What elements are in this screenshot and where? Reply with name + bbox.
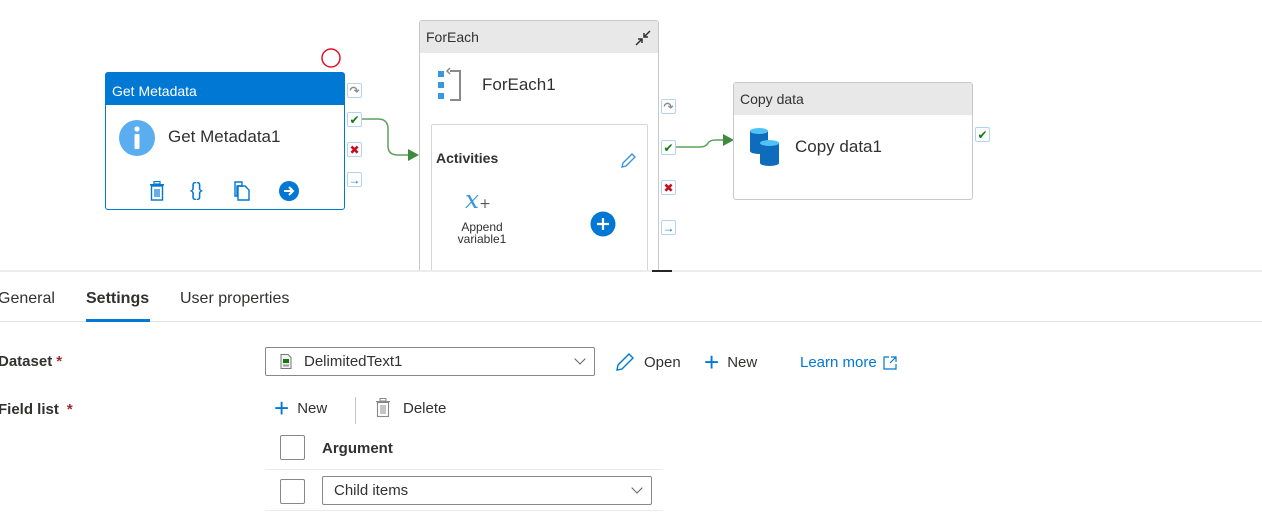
resize-handle[interactable] bbox=[652, 270, 672, 272]
activity-name: Get Metadata1 bbox=[168, 127, 281, 146]
column-header-argument: Argument bbox=[322, 440, 393, 457]
external-link-icon bbox=[883, 355, 897, 370]
next-activity-icon[interactable] bbox=[279, 181, 299, 201]
tab-general[interactable]: General bbox=[0, 290, 55, 308]
code-icon[interactable]: {} bbox=[190, 181, 203, 200]
properties-tabs: General Settings User properties bbox=[0, 284, 1262, 322]
argument-select[interactable]: Child items bbox=[322, 476, 652, 505]
active-tab-indicator bbox=[86, 319, 150, 322]
foreach-icon bbox=[438, 67, 461, 101]
field-list-label: Field list * bbox=[0, 401, 73, 418]
pencil-icon bbox=[616, 353, 634, 371]
add-activity-icon[interactable] bbox=[590, 211, 616, 237]
trash-icon bbox=[376, 398, 390, 418]
info-icon bbox=[119, 120, 155, 156]
variable-icon: x+ bbox=[465, 185, 491, 214]
plus-icon: + bbox=[704, 347, 720, 377]
pipeline-canvas[interactable]: Get Metadata Get Metadata1 {} ↷ ✔ ✖ → Fo… bbox=[0, 0, 1262, 270]
required-marker: * bbox=[56, 353, 63, 370]
success-port[interactable]: ✔ bbox=[347, 112, 362, 127]
activity-foreach[interactable]: ForEach ForEach1 Activities x+ Append va… bbox=[419, 20, 659, 270]
chevron-down-icon bbox=[574, 353, 586, 365]
chevron-down-icon bbox=[631, 482, 643, 494]
edit-icon[interactable] bbox=[619, 152, 637, 170]
database-copy-icon bbox=[750, 128, 779, 166]
csv-file-icon bbox=[280, 354, 292, 369]
dataset-value: DelimitedText1 bbox=[304, 353, 403, 370]
skip-port[interactable]: ↷ bbox=[347, 83, 362, 98]
activities-title: Activities bbox=[436, 150, 499, 166]
row-divider bbox=[265, 469, 663, 470]
completion-port[interactable]: → bbox=[347, 172, 362, 187]
copy-icon[interactable] bbox=[233, 181, 253, 201]
select-all-checkbox[interactable] bbox=[280, 435, 305, 460]
activity-name: ForEach1 bbox=[482, 75, 556, 94]
open-dataset-button[interactable]: Open bbox=[614, 348, 681, 376]
plus-icon: + bbox=[274, 393, 290, 423]
dataset-select[interactable]: DelimitedText1 bbox=[265, 347, 595, 376]
validation-error-marker bbox=[321, 48, 341, 68]
connector-getmetadata-foreach bbox=[362, 118, 410, 156]
success-port[interactable]: ✔ bbox=[661, 140, 676, 155]
delete-icon[interactable] bbox=[148, 181, 166, 201]
failure-port[interactable]: ✖ bbox=[347, 142, 362, 157]
tab-settings[interactable]: Settings bbox=[86, 290, 149, 308]
learn-more-link[interactable]: Learn more bbox=[800, 354, 897, 371]
activities-container[interactable]: Activities x+ Append variable1 bbox=[431, 124, 648, 270]
completion-port[interactable]: → bbox=[661, 220, 676, 235]
activity-type-label: Copy data bbox=[734, 83, 972, 115]
dataset-label: Dataset * bbox=[0, 353, 63, 370]
activity-type-label: Get Metadata bbox=[106, 73, 344, 105]
panel-divider[interactable] bbox=[0, 270, 1262, 272]
tab-user-properties[interactable]: User properties bbox=[180, 290, 289, 308]
failure-port[interactable]: ✖ bbox=[661, 180, 676, 195]
collapse-icon[interactable] bbox=[634, 29, 652, 47]
new-field-button[interactable]: + New bbox=[274, 392, 327, 424]
argument-value: Child items bbox=[334, 482, 409, 499]
toolbar-separator bbox=[355, 397, 356, 424]
row-checkbox[interactable] bbox=[280, 479, 305, 504]
connector-foreach-copydata bbox=[676, 139, 725, 148]
success-port[interactable]: ✔ bbox=[975, 127, 990, 142]
new-dataset-button[interactable]: + New bbox=[704, 346, 757, 378]
activity-get-metadata[interactable]: Get Metadata Get Metadata1 {} bbox=[105, 72, 345, 210]
connector-arrowhead bbox=[408, 149, 419, 161]
skip-port[interactable]: ↷ bbox=[661, 99, 676, 114]
inner-activity-append-variable[interactable]: x+ Append variable1 bbox=[454, 183, 514, 253]
activity-copy-data[interactable]: Copy data Copy data1 bbox=[733, 82, 973, 200]
row-divider bbox=[265, 510, 663, 511]
delete-field-button[interactable]: Delete bbox=[375, 394, 446, 422]
inner-activity-name: Append variable1 bbox=[457, 220, 507, 246]
activity-type-label: ForEach bbox=[420, 21, 658, 53]
activity-name: Copy data1 bbox=[795, 137, 882, 156]
required-marker: * bbox=[66, 401, 73, 418]
